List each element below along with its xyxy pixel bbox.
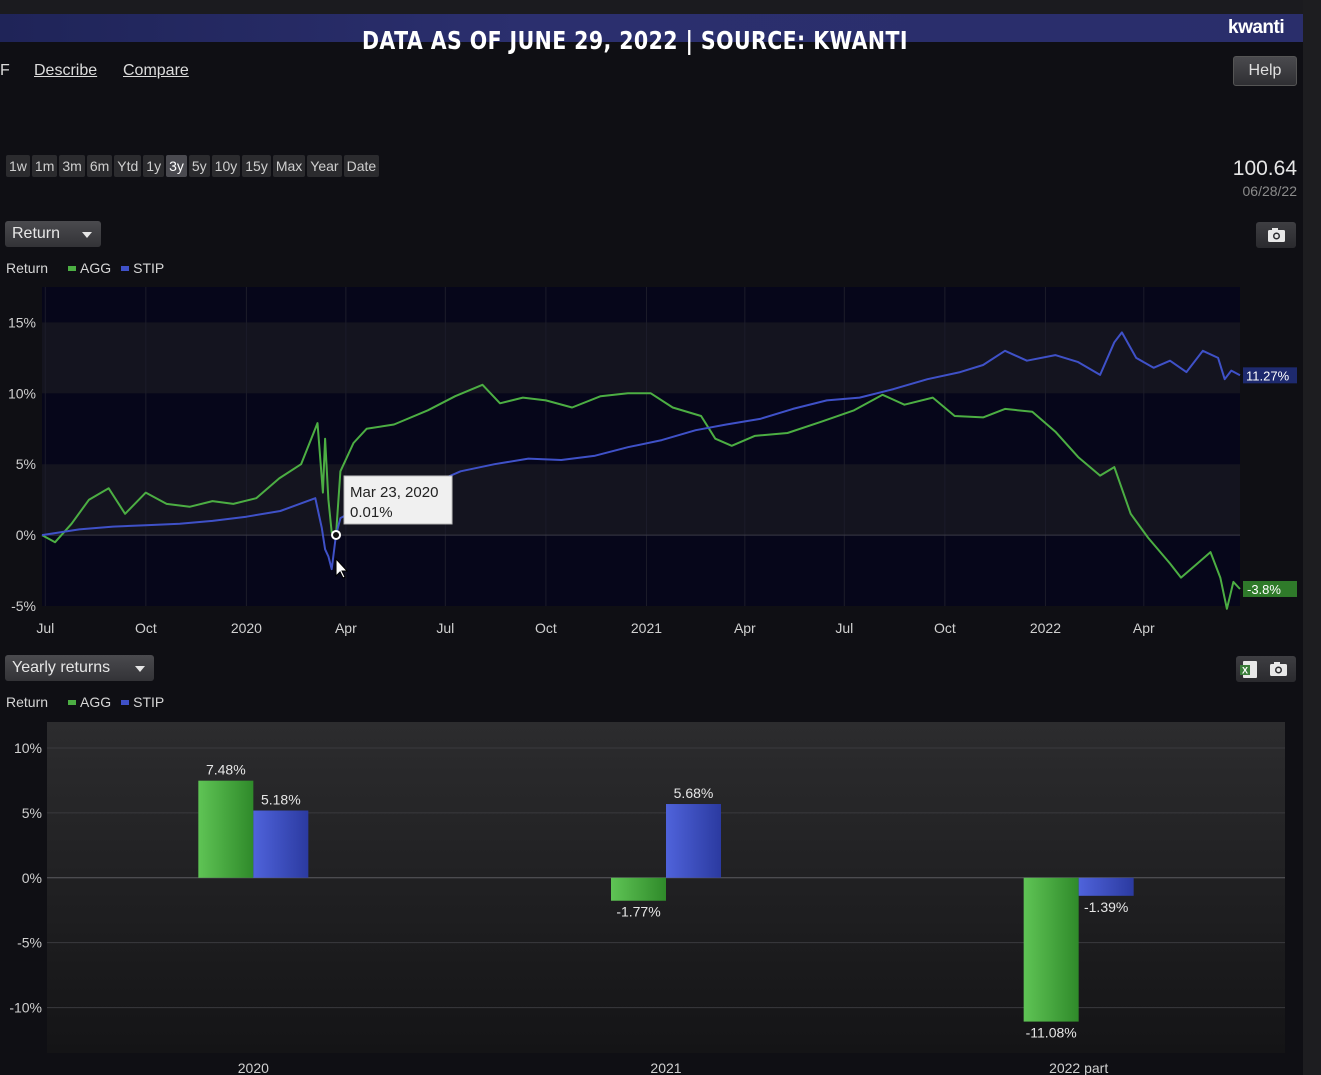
bar-legend-title: Return bbox=[6, 694, 49, 710]
legend-swatch-stip bbox=[121, 699, 130, 705]
describe-link[interactable]: Describe bbox=[34, 62, 97, 79]
hover-marker bbox=[331, 529, 342, 540]
legend-label-stip: STIP bbox=[133, 260, 165, 276]
grid-band bbox=[42, 464, 1240, 536]
camera-icon bbox=[1268, 228, 1285, 242]
range-button-1w[interactable]: 1w bbox=[6, 155, 30, 177]
range-button-3m[interactable]: 3m bbox=[59, 155, 85, 177]
bar-data-label: 7.48% bbox=[206, 762, 246, 778]
help-button[interactable]: Help bbox=[1233, 56, 1297, 86]
legend-swatch-agg bbox=[68, 265, 77, 271]
x-tick-label: 2022 bbox=[1030, 620, 1061, 636]
y-tick-label: 15% bbox=[8, 314, 36, 330]
yearly-returns-dropdown-label: Yearly returns bbox=[12, 659, 111, 676]
bar-stip-2022[interactable] bbox=[1078, 877, 1134, 896]
yearly-returns-dropdown[interactable]: Yearly returns bbox=[5, 655, 154, 681]
return-line-chart[interactable]: -5% 0% 5% 10% 15% Jul Oct 2020 Apr Jul Oct 2021 Apr J… bbox=[0, 280, 1303, 650]
return-dropdown[interactable]: Return bbox=[5, 221, 101, 247]
return-dropdown-label: Return bbox=[12, 225, 61, 242]
chevron-down-icon bbox=[135, 666, 145, 672]
y-tick-label: 10% bbox=[14, 740, 42, 756]
bar-agg-2022[interactable] bbox=[1023, 877, 1079, 1022]
kwanti-logo: kwanti bbox=[1228, 17, 1285, 38]
range-button-1m[interactable]: 1m bbox=[31, 155, 58, 177]
x-tick-label: Jul bbox=[36, 620, 54, 636]
range-button-date[interactable]: Date bbox=[343, 155, 380, 177]
x-tick-label: 2021 bbox=[650, 1060, 681, 1075]
nav-partial-tab[interactable]: F bbox=[0, 62, 10, 80]
range-button-15y[interactable]: 15y bbox=[242, 155, 271, 177]
legend-item-agg[interactable]: AGG bbox=[68, 260, 111, 276]
tooltip-date: Mar 23, 2020 bbox=[350, 484, 438, 501]
bar-agg-2020[interactable] bbox=[198, 780, 254, 878]
svg-text:X: X bbox=[1242, 666, 1248, 676]
bar-agg-2021[interactable] bbox=[611, 877, 666, 901]
price-value: 100.64 bbox=[1232, 157, 1297, 180]
agg-end-label: -3.8% bbox=[1247, 582, 1281, 597]
bar-stip-2021[interactable] bbox=[666, 804, 721, 878]
bar-legend: Return AGG STIP bbox=[6, 694, 164, 710]
legend-swatch-stip bbox=[121, 265, 130, 271]
camera-icon[interactable] bbox=[1270, 662, 1287, 676]
bar-data-label: -1.39% bbox=[1084, 899, 1128, 915]
y-tick-label: 0% bbox=[16, 527, 36, 543]
y-tick-label: 0% bbox=[22, 870, 42, 886]
banner-title: DATA AS OF JUNE 29, 2022 | SOURCE: KWANT… bbox=[362, 26, 908, 55]
camera-button[interactable] bbox=[1256, 222, 1296, 248]
y-tick-label: 10% bbox=[8, 385, 36, 401]
legend-item-stip[interactable]: STIP bbox=[121, 260, 164, 276]
chevron-down-icon bbox=[82, 232, 92, 238]
x-tick-label: Jul bbox=[436, 620, 454, 636]
legend-swatch-agg bbox=[68, 699, 77, 705]
range-button-5y[interactable]: 5y bbox=[188, 155, 210, 177]
y-tick-label: -5% bbox=[11, 598, 36, 614]
bar-data-label: 5.18% bbox=[261, 792, 301, 808]
x-tick-label: 2022 part bbox=[1049, 1060, 1108, 1075]
x-tick-label: Apr bbox=[335, 620, 357, 636]
line-legend: Return AGG STIP bbox=[6, 260, 164, 276]
yearly-returns-bar-chart[interactable]: -10% -5% 0% 5% 10% 2020 7.48% 5.18% 2021 -1.77% 5.… bbox=[0, 715, 1303, 1075]
compare-link[interactable]: Compare bbox=[123, 62, 189, 79]
legend-label-agg: AGG bbox=[80, 260, 112, 276]
range-button-max[interactable]: Max bbox=[272, 155, 306, 177]
x-tick-label: Jul bbox=[835, 620, 853, 636]
range-selector: 1w 1m 3m 6m Ytd 1y 3y 5y 10y 15y Max Year Date bbox=[6, 155, 380, 177]
bar-data-label: -11.08% bbox=[1026, 1025, 1077, 1041]
price-date: 06/28/22 bbox=[1242, 183, 1298, 199]
x-tick-label: Oct bbox=[535, 620, 557, 636]
legend-item-agg[interactable]: AGG bbox=[68, 694, 111, 710]
tooltip: Mar 23, 2020 0.01% bbox=[343, 475, 453, 525]
range-button-1y[interactable]: 1y bbox=[143, 155, 165, 177]
x-tick-label: Apr bbox=[1133, 620, 1155, 636]
excel-icon[interactable]: X bbox=[1240, 661, 1257, 678]
range-button-10y[interactable]: 10y bbox=[211, 155, 241, 177]
x-tick-label: Oct bbox=[135, 620, 157, 636]
line-legend-title: Return bbox=[6, 260, 49, 276]
range-button-year[interactable]: Year bbox=[307, 155, 342, 177]
y-tick-label: 5% bbox=[22, 805, 42, 821]
y-tick-label: -10% bbox=[9, 1000, 42, 1016]
y-tick-label: -5% bbox=[17, 935, 42, 951]
range-button-6m[interactable]: 6m bbox=[86, 155, 113, 177]
bar-data-label: 5.68% bbox=[674, 785, 714, 801]
legend-label-stip: STIP bbox=[133, 694, 165, 710]
stip-end-label: 11.27% bbox=[1246, 368, 1290, 383]
legend-label-agg: AGG bbox=[80, 694, 112, 710]
range-button-3y[interactable]: 3y bbox=[166, 155, 187, 177]
grid-band bbox=[42, 322, 1240, 394]
tooltip-value: 0.01% bbox=[350, 504, 393, 521]
x-tick-label: Oct bbox=[934, 620, 956, 636]
export-buttons: X bbox=[1236, 656, 1296, 682]
top-strip bbox=[0, 0, 1321, 14]
x-tick-label: Apr bbox=[734, 620, 756, 636]
bar-stip-2020[interactable] bbox=[253, 810, 309, 878]
y-tick-label: 5% bbox=[16, 456, 36, 472]
x-tick-label: 2020 bbox=[231, 620, 262, 636]
bar-data-label: -1.77% bbox=[616, 904, 660, 920]
legend-item-stip[interactable]: STIP bbox=[121, 694, 164, 710]
x-tick-label: 2020 bbox=[238, 1060, 269, 1075]
right-edge bbox=[1303, 0, 1321, 1075]
range-button-ytd[interactable]: Ytd bbox=[114, 155, 142, 177]
x-tick-label: 2021 bbox=[631, 620, 662, 636]
